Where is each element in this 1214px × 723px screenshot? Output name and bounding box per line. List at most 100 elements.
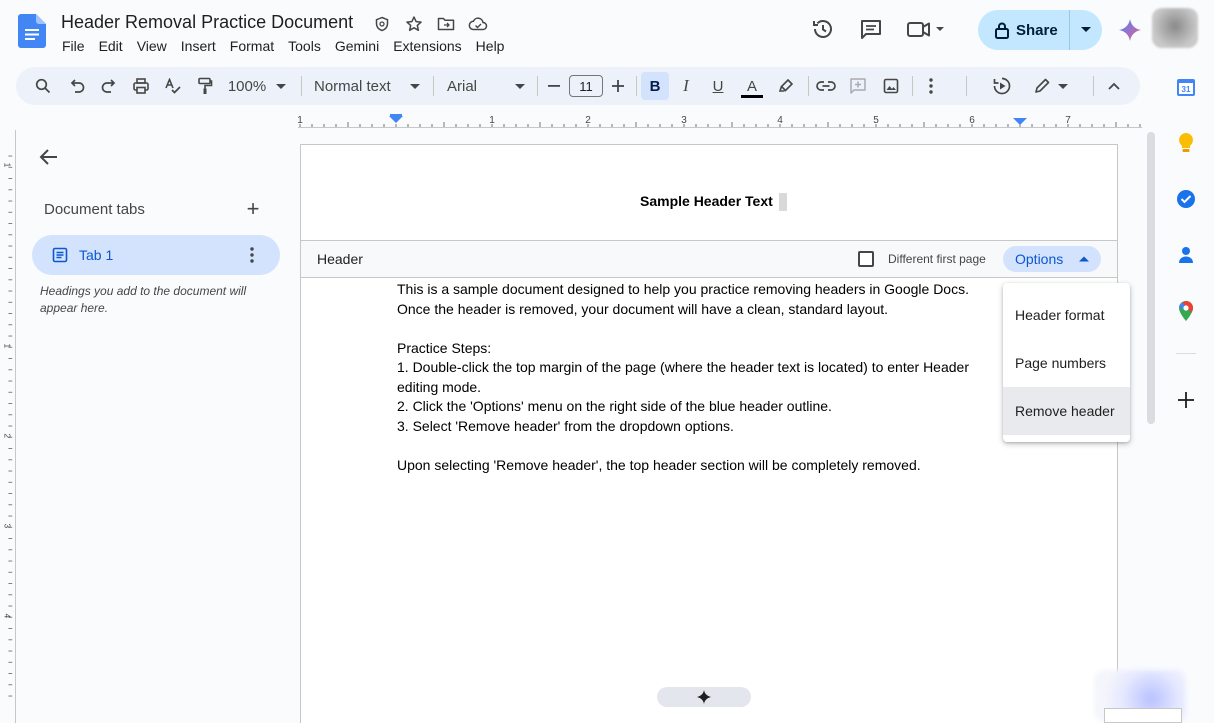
add-comment-icon[interactable]: [847, 67, 869, 105]
different-first-page-label[interactable]: Different first page: [888, 252, 986, 266]
tab-1-label: Tab 1: [79, 247, 114, 263]
insert-link-icon[interactable]: [815, 67, 837, 105]
autoplay-history-icon[interactable]: [990, 67, 1014, 105]
paragraph-style-value: Normal text: [314, 77, 391, 95]
highlight-color-icon[interactable]: [775, 67, 797, 105]
menu-edit[interactable]: Edit: [99, 38, 130, 54]
undo-icon[interactable]: [66, 67, 88, 105]
share-dropdown-button[interactable]: [1070, 10, 1102, 50]
caret-down-icon: [1081, 27, 1091, 32]
font-family-select[interactable]: Arial: [447, 67, 525, 105]
menu-extensions[interactable]: Extensions: [393, 38, 468, 54]
back-arrow-icon[interactable]: [36, 144, 62, 170]
ask-gemini-button[interactable]: [657, 687, 751, 707]
get-addons-icon[interactable]: [1174, 388, 1198, 412]
text-color-button[interactable]: A: [740, 67, 764, 105]
search-menus-icon[interactable]: [32, 67, 54, 105]
ruler-label: 1: [3, 163, 13, 168]
menu-help[interactable]: Help: [476, 38, 512, 54]
editing-mode-select[interactable]: [1032, 67, 1070, 105]
maps-icon[interactable]: [1174, 299, 1198, 323]
redo-icon[interactable]: [98, 67, 120, 105]
menu-format[interactable]: Format: [230, 38, 281, 54]
zoom-select[interactable]: 100%: [224, 67, 290, 105]
calendar-icon[interactable]: 31: [1174, 75, 1198, 99]
star-icon[interactable]: [404, 14, 424, 34]
tasks-icon[interactable]: [1174, 187, 1198, 211]
tab-1-item[interactable]: [32, 235, 280, 275]
header-options-button[interactable]: Options: [1003, 246, 1101, 272]
menu-item-remove-header[interactable]: Remove header: [1003, 387, 1130, 435]
header-actions: [808, 14, 948, 44]
menu-item-page-numbers[interactable]: Page numbers: [1003, 339, 1130, 387]
ruler-label: 2: [3, 434, 13, 439]
share-button[interactable]: Share: [978, 10, 1070, 50]
paint-format-icon[interactable]: [194, 67, 216, 105]
toolbar-divider: [966, 76, 967, 96]
vertical-ruler[interactable]: 1 1 2 3 4: [0, 130, 16, 723]
caret-up-icon: [1079, 256, 1090, 262]
left-indent-marker[interactable]: [389, 116, 403, 123]
decrease-font-size-button[interactable]: [546, 67, 562, 105]
menubar: File Edit View Insert Format Tools Gemin…: [62, 38, 518, 54]
tab-more-options-icon[interactable]: [244, 245, 260, 265]
toolbar-divider: [433, 76, 434, 96]
ruler-label: 4: [777, 115, 783, 126]
more-options-icon[interactable]: [922, 67, 940, 105]
add-tab-icon[interactable]: +: [243, 198, 263, 220]
different-first-page-checkbox[interactable]: [858, 251, 874, 267]
collapse-menus-icon[interactable]: [1104, 67, 1124, 105]
paragraph: Upon selecting 'Remove header', the top …: [397, 456, 921, 473]
ruler-label: 4: [3, 614, 13, 619]
header-text[interactable]: Sample Header Text: [640, 193, 773, 209]
menu-view[interactable]: View: [137, 38, 174, 54]
options-label: Options: [1015, 251, 1064, 267]
paragraph: [397, 319, 1007, 339]
bold-button[interactable]: B: [641, 72, 669, 100]
docs-logo-icon[interactable]: [18, 14, 46, 48]
font-size-input[interactable]: 11: [569, 75, 603, 97]
paragraph-style-select[interactable]: Normal text: [314, 67, 420, 105]
print-icon[interactable]: [130, 67, 152, 105]
header-toolbar: [301, 240, 1117, 278]
contacts-icon[interactable]: [1174, 243, 1198, 267]
menu-file[interactable]: File: [62, 38, 92, 54]
spellcheck-icon[interactable]: [162, 67, 184, 105]
menu-item-header-format[interactable]: Header format: [1003, 291, 1130, 339]
account-avatar[interactable]: [1152, 8, 1198, 48]
menu-tools[interactable]: Tools: [288, 38, 328, 54]
formatting-toolbar: 100% Normal text Arial 11 B I U A: [16, 67, 1140, 105]
side-panel-toggle[interactable]: [1104, 708, 1182, 723]
vertical-scrollbar[interactable]: [1147, 132, 1155, 424]
shield-icon[interactable]: [372, 14, 392, 34]
document-body[interactable]: This is a sample document designed to he…: [397, 280, 1007, 475]
paragraph: 3. Select 'Remove header' from the dropd…: [397, 417, 734, 434]
menu-gemini[interactable]: Gemini: [335, 38, 386, 54]
document-tab-icon: [52, 247, 68, 263]
version-history-icon[interactable]: [808, 14, 838, 44]
comments-icon[interactable]: [856, 14, 886, 44]
keep-icon[interactable]: [1174, 131, 1198, 155]
insert-image-icon[interactable]: [880, 67, 902, 105]
move-folder-icon[interactable]: [436, 14, 456, 34]
underline-button[interactable]: U: [708, 67, 728, 105]
gemini-icon[interactable]: [1118, 18, 1142, 42]
right-indent-marker[interactable]: [1013, 118, 1027, 125]
cloud-saved-icon[interactable]: [468, 14, 488, 34]
menu-insert[interactable]: Insert: [181, 38, 223, 54]
document-title[interactable]: Header Removal Practice Document: [61, 12, 353, 33]
paragraph: 2. Click the 'Options' menu on the right…: [397, 398, 832, 414]
document-tabs-title: Document tabs: [44, 201, 145, 218]
caret-down-icon: [515, 83, 525, 89]
caret-down-icon: [410, 83, 420, 89]
italic-button[interactable]: I: [676, 67, 696, 105]
ruler-label: 6: [969, 115, 975, 126]
paragraph: This is a sample document designed to he…: [397, 281, 969, 297]
meet-icon[interactable]: [904, 14, 948, 44]
font-family-value: Arial: [447, 77, 478, 95]
toolbar-divider: [808, 76, 809, 96]
ruler-baseline: [298, 127, 1142, 128]
paragraph: [397, 436, 1007, 456]
first-line-indent-marker[interactable]: [390, 114, 402, 117]
increase-font-size-button[interactable]: [610, 67, 626, 105]
